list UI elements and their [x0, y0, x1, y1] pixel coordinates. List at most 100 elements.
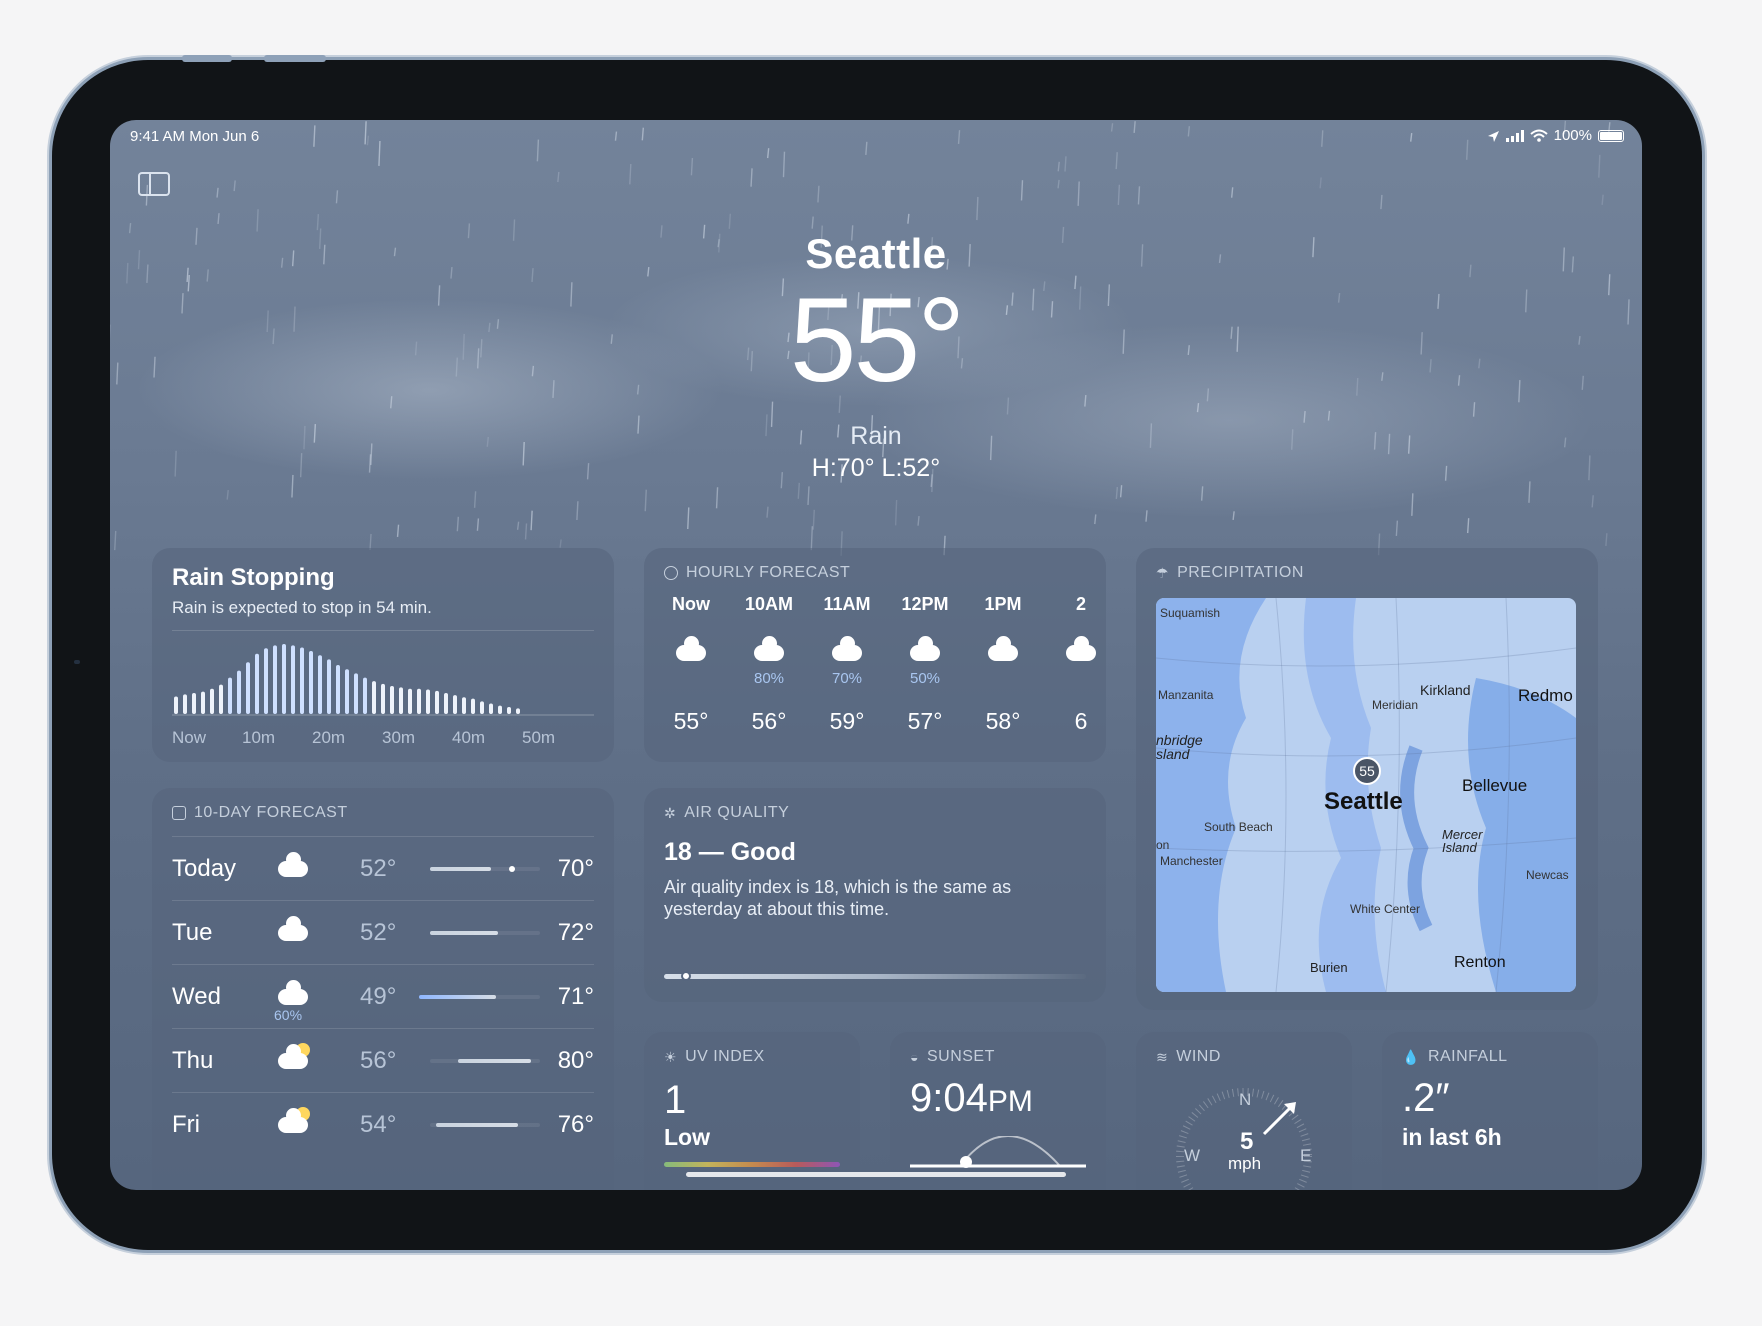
temp-range-bar — [457, 1059, 532, 1063]
rain-streak — [1380, 194, 1383, 210]
ten-day-row[interactable]: Thu 56° 80° — [172, 1028, 594, 1092]
rain-streak — [1187, 126, 1191, 137]
air-quality-indicator — [680, 971, 691, 981]
rain-intensity-bar — [426, 689, 430, 714]
cloud-icon — [988, 636, 1018, 661]
rain-intensity-bar — [408, 688, 412, 714]
wind-speed: 5 — [1240, 1128, 1254, 1155]
rainfall-heading: 💧 RAINFALL — [1402, 1048, 1508, 1066]
map-label-manzanita: Manzanita — [1158, 688, 1214, 702]
rain-streak — [1057, 179, 1060, 189]
rain-streak — [1196, 402, 1200, 413]
ten-day-row[interactable]: Wed 60% 49° 71° — [172, 964, 594, 1028]
rain-intensity-bar — [201, 691, 205, 714]
rain-intensity-bar — [417, 688, 421, 714]
rain-streak — [396, 524, 400, 537]
air-quality-value: 18 — Good — [664, 838, 796, 866]
rain-streak — [524, 523, 528, 540]
home-indicator[interactable] — [686, 1172, 1066, 1177]
rain-streak — [690, 157, 694, 176]
rain-streak — [1200, 486, 1204, 501]
wind-card[interactable]: ≋ WIND N W E 5 mph — [1136, 1032, 1352, 1190]
rain-chart-axis: Now 10m 20m 30m 40m 50m — [172, 728, 594, 748]
cloud-icon — [1066, 636, 1096, 661]
ten-day-row[interactable]: Fri 54° 76° — [172, 1092, 594, 1156]
hourly-forecast-card[interactable]: HOURLY FORECAST Now 55° 10AM 80% 56° 11AM 70% 5… — [644, 548, 1106, 762]
air-quality-card[interactable]: ✲ AIR QUALITY 18 — Good Air quality index… — [644, 788, 1106, 1002]
wind-east: E — [1300, 1146, 1312, 1165]
hourly-item: 26 — [1042, 594, 1106, 754]
rain-streak — [1327, 410, 1331, 421]
sunset-heading: ◒ SUNSET — [910, 1048, 995, 1066]
wind-north: N — [1239, 1090, 1252, 1109]
wind-west: W — [1184, 1146, 1201, 1165]
rain-streak — [316, 213, 320, 231]
cloud-icon — [278, 916, 308, 941]
rain-streak — [1321, 130, 1324, 147]
precipitation-map[interactable]: Suquamish Kirkland Redmo Manzanita Merid… — [1156, 598, 1576, 992]
rain-intensity-bar — [453, 695, 457, 714]
map-label-burien: Burien — [1310, 960, 1348, 975]
rainfall-card[interactable]: 💧 RAINFALL .2″ in last 6h — [1382, 1032, 1598, 1190]
ten-day-row[interactable]: Today 52° 70° — [172, 836, 594, 900]
ten-day-row[interactable]: Tue 52° 72° — [172, 900, 594, 964]
hourly-heading: HOURLY FORECAST — [664, 564, 850, 582]
rain-streak — [1145, 510, 1148, 522]
rain-streak — [1115, 152, 1118, 170]
precipitation-card[interactable]: ☂ PRECIPITATION Suquamish Kirkland Redmo … — [1136, 548, 1598, 1010]
rain-streak — [226, 489, 229, 500]
rain-intensity-bar — [462, 697, 466, 714]
rain-streak — [536, 139, 540, 162]
raindrop-icon: 💧 — [1402, 1048, 1420, 1065]
rain-stopping-card[interactable]: Rain Stopping Rain is expected to stop i… — [152, 548, 614, 762]
rain-streak — [1395, 520, 1399, 536]
wind-unit: mph — [1228, 1154, 1262, 1173]
rain-streak — [1598, 154, 1601, 178]
hourly-precip — [964, 670, 1042, 690]
location-temp-marker[interactable]: 55 — [1353, 757, 1381, 785]
map-label-suquamish: Suquamish — [1160, 606, 1221, 620]
rain-axis-label: 10m — [242, 728, 276, 747]
rain-intensity-bar — [300, 647, 304, 714]
wind-heading-text: WIND — [1176, 1048, 1221, 1065]
hourly-time: 11AM — [823, 594, 871, 614]
current-condition: Rain — [850, 422, 902, 450]
hourly-precip — [652, 670, 730, 690]
rain-streak — [766, 506, 769, 518]
rain-streak — [1230, 187, 1234, 198]
rain-axis-label: 50m — [522, 728, 556, 747]
rain-intensity-bar — [219, 684, 223, 714]
current-temp-dot — [508, 866, 515, 872]
sidebar-toggle-button[interactable] — [138, 172, 170, 196]
hourly-time: 2 — [1075, 594, 1086, 614]
hourly-temp: 55° — [673, 708, 709, 734]
rain-streak — [817, 185, 820, 203]
rain-streak — [473, 491, 477, 508]
map-label-white-center: White Center — [1350, 902, 1421, 916]
sunset-card[interactable]: ◒ SUNSET 9:04PM — [890, 1032, 1106, 1190]
sun-icon: ☀ — [664, 1048, 678, 1065]
rain-streak — [559, 539, 562, 548]
rain-intensity-bar — [264, 648, 268, 714]
uv-index-card[interactable]: ☀ UV INDEX 1 Low — [644, 1032, 860, 1190]
rain-streak — [1094, 514, 1097, 525]
cloud-icon — [278, 852, 308, 877]
rain-axis-label: 30m — [382, 728, 416, 747]
hourly-time: Now — [672, 594, 710, 614]
rain-streak — [1232, 511, 1235, 521]
hourly-time: 1PM — [984, 594, 1022, 614]
air-quality-heading: ✲ AIR QUALITY — [664, 804, 789, 822]
hourly-heading-text: HOURLY FORECAST — [686, 564, 851, 581]
air-quality-scale — [664, 974, 1086, 979]
battery-icon — [1598, 129, 1624, 142]
rain-streak — [1115, 487, 1119, 500]
day-name: Tue — [172, 919, 213, 946]
rain-streak — [364, 121, 367, 145]
air-quality-icon: ✲ — [664, 804, 677, 821]
uv-label: Low — [664, 1124, 710, 1150]
rain-intensity-bar — [255, 653, 259, 714]
map-label-mercer-island: Mercer Island — [1442, 827, 1483, 855]
rain-intensity-chart — [172, 644, 594, 716]
ten-day-forecast-card[interactable]: 10-DAY FORECAST Today 52° 70° Tue 52° 72° Wed 6… — [152, 788, 614, 1190]
rain-intensity-bar — [363, 677, 367, 714]
